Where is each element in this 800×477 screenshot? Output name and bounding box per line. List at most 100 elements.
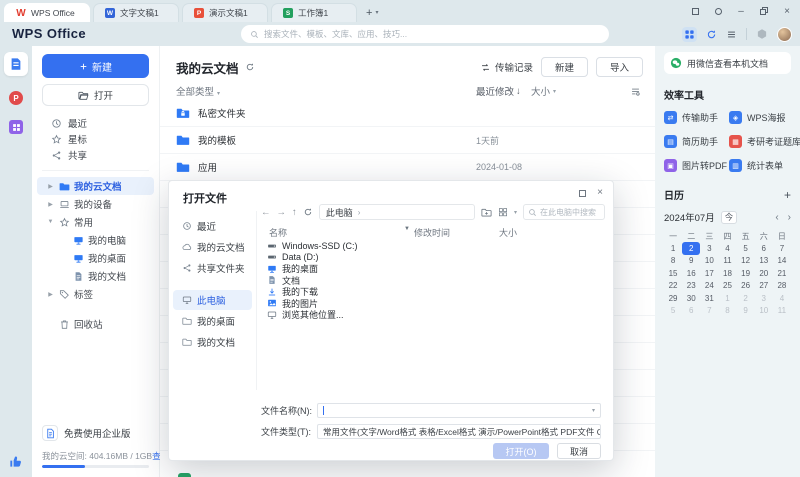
calendar-day[interactable]: 8 [664, 255, 682, 268]
menu-icon[interactable] [726, 29, 737, 40]
sidebar-item-my-documents[interactable]: 我的文档 [37, 267, 154, 285]
calendar-day[interactable]: 2 [737, 292, 755, 305]
calendar-day[interactable]: 28 [773, 280, 791, 293]
tree-arrow-icon[interactable]: ▶ [46, 201, 55, 208]
sort-size-button[interactable]: 大小▾ [531, 84, 556, 98]
hexagon-icon[interactable] [756, 28, 768, 40]
table-row[interactable]: 应用2024-01-08 [160, 154, 655, 181]
search-input[interactable] [264, 29, 600, 39]
grid-apps-icon[interactable] [684, 29, 695, 40]
dialog-open-button[interactable]: 打开(O) [493, 443, 549, 459]
calendar-day[interactable]: 14 [773, 255, 791, 268]
sidebar-item-shared[interactable]: 共享 [32, 147, 159, 163]
sidebar-item-my-computer[interactable]: 我的电脑 [37, 231, 154, 249]
breadcrumb[interactable]: 此电脑 › [319, 204, 475, 220]
sync-icon[interactable] [706, 29, 717, 40]
promo-thumb-icon[interactable] [8, 454, 23, 469]
dialog-maximize-button[interactable] [579, 190, 586, 197]
main-new-button[interactable]: 新建 [541, 57, 588, 77]
open-file-button[interactable]: 打开 [42, 84, 149, 106]
column-size[interactable]: 大小 [499, 226, 517, 239]
dialog-close-button[interactable]: × [597, 188, 603, 198]
table-row[interactable]: 我的模板1天前 [160, 127, 655, 154]
sidebar-item-recent[interactable]: 最近 [32, 115, 159, 131]
tab-home[interactable]: WWPS Office [4, 3, 90, 22]
sidebar-item-tags[interactable]: ▶标签 [37, 285, 154, 303]
calendar-day[interactable]: 2 [682, 242, 700, 255]
calendar-next-button[interactable]: › [788, 212, 791, 223]
sidebar-item-my-desktop[interactable]: 我的桌面 [37, 249, 154, 267]
calendar-day[interactable]: 29 [664, 292, 682, 305]
dialog-nav-this-pc[interactable]: 此电脑 [173, 290, 252, 310]
calendar-day[interactable]: 19 [737, 267, 755, 280]
calendar-day[interactable]: 25 [718, 280, 736, 293]
dialog-nav-shared-folder[interactable]: 共享文件夹 [173, 258, 252, 278]
dialog-file-row[interactable]: 浏览其他位置... [261, 309, 605, 321]
calendar-day[interactable]: 31 [700, 292, 718, 305]
tree-arrow-icon[interactable]: ▶ [46, 183, 55, 190]
sidebar-item-my-cloud-docs[interactable]: ▶我的云文档 [37, 177, 154, 195]
dialog-cancel-button[interactable]: 取消 [557, 443, 601, 459]
calendar-day[interactable]: 16 [682, 267, 700, 280]
filename-input[interactable]: ▾ [317, 403, 601, 418]
tool-resume-assistant[interactable]: ▤简历助手 [664, 135, 727, 148]
calendar-day[interactable]: 15 [664, 267, 682, 280]
type-filter-dropdown[interactable]: 全部类型▾ [176, 84, 220, 98]
refresh-icon[interactable] [303, 207, 313, 217]
tree-arrow-icon[interactable]: ▼ [46, 219, 55, 225]
calendar-day[interactable]: 26 [737, 280, 755, 293]
calendar-day[interactable]: 6 [682, 305, 700, 318]
minimize-button[interactable]: – [734, 4, 748, 18]
avatar[interactable] [777, 27, 792, 42]
calendar-day[interactable]: 7 [773, 242, 791, 255]
maximize-button[interactable] [757, 4, 771, 18]
tool-transfer-assistant[interactable]: ⇄传输助手 [664, 111, 727, 124]
column-name[interactable]: 名称 [269, 226, 287, 239]
tool-image-to-pdf[interactable]: ▣图片转PDF [664, 159, 727, 172]
sidebar-item-my-devices[interactable]: ▶我的设备 [37, 195, 154, 213]
pdf-tools-icon[interactable]: P [9, 91, 23, 105]
dialog-search-input[interactable] [540, 208, 600, 217]
transfer-history-button[interactable]: 传输记录 [480, 60, 533, 74]
calendar-day[interactable]: 27 [755, 280, 773, 293]
calendar-day[interactable]: 21 [773, 267, 791, 280]
calendar-day[interactable]: 5 [737, 242, 755, 255]
calendar-day[interactable]: 30 [682, 292, 700, 305]
calendar-day[interactable]: 11 [718, 255, 736, 268]
calendar-day[interactable]: 8 [718, 305, 736, 318]
calendar-day[interactable]: 18 [718, 267, 736, 280]
calendar-add-button[interactable]: + [784, 188, 791, 202]
skin-button[interactable] [711, 4, 725, 18]
calendar-day[interactable]: 7 [700, 305, 718, 318]
dialog-nav-my-documents[interactable]: 我的文档 [173, 332, 252, 352]
dialog-nav-recent[interactable]: 最近 [173, 216, 252, 236]
filter-settings-icon[interactable] [630, 86, 641, 97]
calendar-day[interactable]: 10 [700, 255, 718, 268]
new-folder-icon[interactable] [481, 207, 492, 218]
global-search-bar[interactable] [241, 25, 609, 43]
tool-exam-question-bank[interactable]: ▦考研考证题库 [729, 135, 800, 148]
tool-stats-form[interactable]: ▥统计表单 [729, 159, 800, 172]
calendar-day[interactable]: 22 [664, 280, 682, 293]
tab-writer-doc[interactable]: W文字文稿1 [93, 3, 179, 22]
calendar-day[interactable]: 4 [773, 292, 791, 305]
forward-icon[interactable]: → [277, 207, 287, 218]
calendar-day[interactable]: 12 [737, 255, 755, 268]
calendar-day[interactable]: 11 [773, 305, 791, 318]
tab-presentation-doc[interactable]: P演示文稿1 [182, 3, 268, 22]
calendar-day[interactable]: 5 [664, 305, 682, 318]
calendar-today-button[interactable]: 今 [721, 211, 738, 224]
up-icon[interactable]: ↑ [292, 207, 297, 218]
apps-icon[interactable] [9, 120, 23, 134]
main-import-button[interactable]: 导入 [596, 57, 643, 77]
calendar-day[interactable]: 6 [755, 242, 773, 255]
tree-arrow-icon[interactable]: ▶ [46, 291, 55, 298]
calendar-day[interactable]: 23 [682, 280, 700, 293]
dialog-search-box[interactable] [523, 204, 605, 220]
calendar-prev-button[interactable]: ‹ [775, 212, 778, 223]
back-icon[interactable]: ← [261, 207, 271, 218]
calendar-day[interactable]: 3 [700, 242, 718, 255]
tab-spreadsheet-doc[interactable]: S工作簿1 [271, 3, 357, 22]
dialog-nav-my-desktop[interactable]: 我的桌面 [173, 311, 252, 331]
calendar-day[interactable]: 17 [700, 267, 718, 280]
